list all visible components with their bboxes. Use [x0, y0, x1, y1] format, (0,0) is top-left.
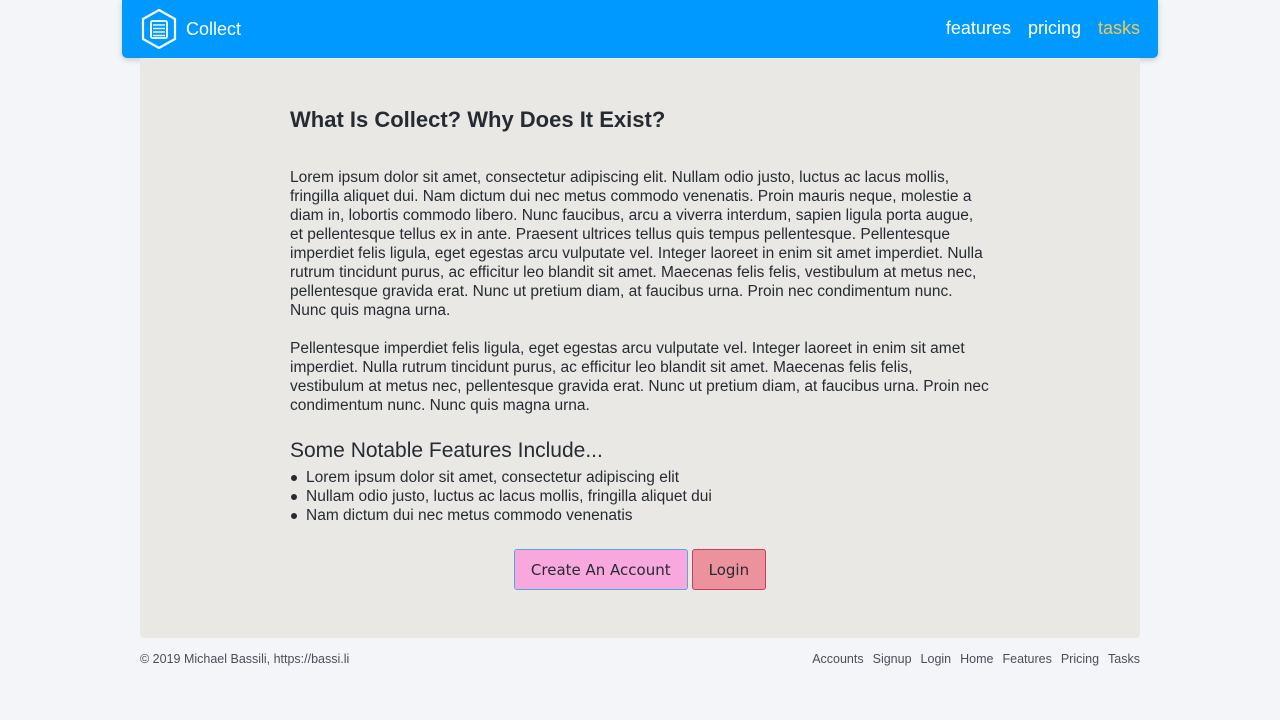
page-title: What Is Collect? Why Does It Exist?: [290, 107, 666, 132]
footer-link-accounts[interactable]: Accounts: [812, 650, 863, 668]
nav-link-tasks[interactable]: tasks: [1098, 17, 1140, 39]
nav-link-pricing[interactable]: pricing: [1028, 17, 1081, 39]
intro-paragraph: Lorem ipsum dolor sit amet, consectetur …: [290, 169, 983, 319]
footer-link-signup[interactable]: Signup: [873, 650, 912, 668]
footer-link-features[interactable]: Features: [1002, 650, 1051, 668]
bullet-icon: [291, 475, 297, 481]
footer-link-home[interactable]: Home: [960, 650, 993, 668]
footer-links: Accounts Signup Login Home Features Pric…: [812, 650, 1140, 668]
document-list-icon: [141, 9, 177, 49]
action-buttons: Create An Account Login: [140, 549, 1140, 590]
footer-link-tasks[interactable]: Tasks: [1108, 650, 1140, 668]
create-account-button[interactable]: Create An Account: [513, 549, 688, 590]
brand-link[interactable]: Collect: [140, 9, 241, 49]
bullet-icon: [291, 494, 297, 500]
second-paragraph: Pellentesque imperdiet felis ligula, ege…: [290, 340, 989, 414]
feature-text: Nullam odio justo, luctus ac lacus molli…: [306, 488, 712, 505]
footer: © 2019 Michael Bassili, https://bassi.li…: [140, 650, 1140, 668]
footer-link-login[interactable]: Login: [921, 650, 952, 668]
login-button[interactable]: Login: [691, 549, 767, 590]
top-navbar: Collect features pricing tasks: [122, 0, 1158, 58]
feature-text: Nam dictum dui nec metus commodo venenat…: [306, 507, 633, 524]
footer-link-pricing[interactable]: Pricing: [1061, 650, 1099, 668]
brand-name: Collect: [186, 19, 242, 39]
nav-link-features[interactable]: features: [946, 17, 1011, 39]
feature-item: Lorem ipsum dolor sit amet, consectetur …: [290, 468, 712, 487]
copyright-text: © 2019 Michael Bassili, https://bassi.li: [140, 652, 350, 666]
main-card: What Is Collect? Why Does It Exist? Lore…: [140, 58, 1140, 638]
feature-item: Nullam odio justo, luctus ac lacus molli…: [290, 487, 712, 506]
features-heading: Some Notable Features Include...: [290, 439, 603, 462]
feature-list: Lorem ipsum dolor sit amet, consectetur …: [290, 468, 712, 525]
feature-item: Nam dictum dui nec metus commodo venenat…: [290, 506, 712, 525]
feature-text: Lorem ipsum dolor sit amet, consectetur …: [306, 469, 680, 486]
nav-links: features pricing tasks: [946, 17, 1140, 39]
bullet-icon: [291, 513, 297, 519]
